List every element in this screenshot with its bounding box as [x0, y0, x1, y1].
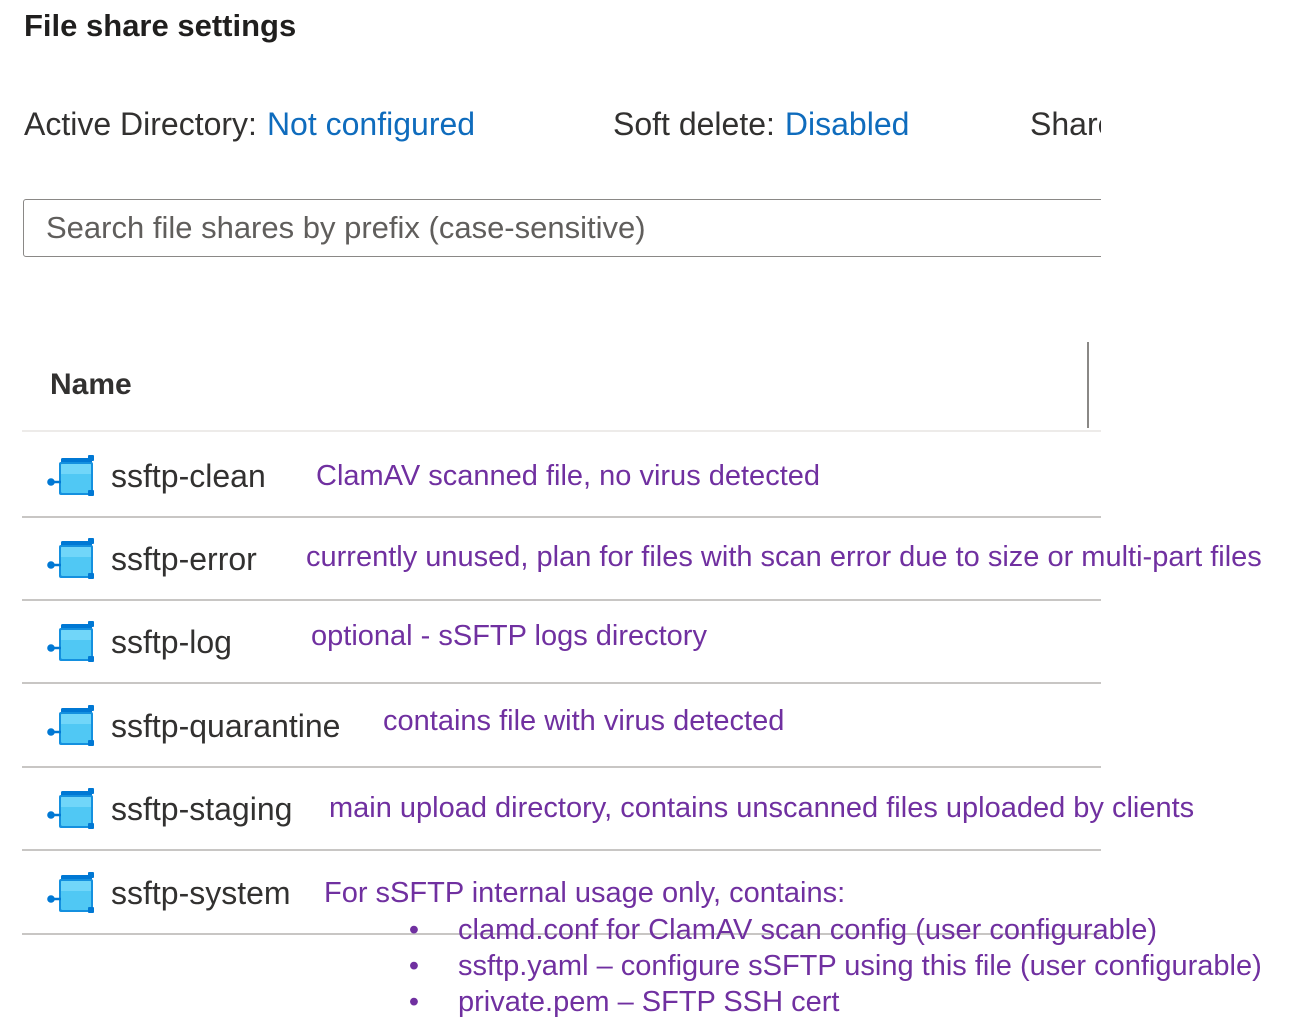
- annotation-log: optional - sSFTP logs directory: [311, 620, 707, 652]
- file-share-icon: [47, 618, 97, 666]
- bullet: •: [408, 950, 420, 982]
- share-name-link[interactable]: ssftp-log: [111, 624, 232, 661]
- active-directory-label: Active Directory:: [24, 106, 257, 142]
- file-share-icon: [47, 452, 97, 500]
- share-name-link[interactable]: ssftp-quarantine: [111, 708, 340, 745]
- list-item: • clamd.conf for ClamAV scan config (user…: [404, 912, 1262, 948]
- share-name-link[interactable]: ssftp-system: [111, 875, 291, 912]
- column-header-name[interactable]: Name: [50, 368, 132, 402]
- list-item: • ssftp.yaml – configure sSFTP using this…: [404, 948, 1262, 984]
- active-directory-link[interactable]: Not configured: [267, 106, 475, 142]
- bullet: •: [408, 914, 420, 946]
- list-item-text: ssftp.yaml – configure sSFTP using this …: [458, 950, 1262, 982]
- annotation-staging: main upload directory, contains unscanne…: [329, 792, 1195, 824]
- list-item-text: clamd.conf for ClamAV scan config (user …: [458, 914, 1157, 946]
- file-share-icon: [47, 702, 97, 750]
- share-setting-truncated: Share: [1030, 106, 1101, 143]
- column-resize-handle[interactable]: [1087, 342, 1089, 428]
- section-title: File share settings: [24, 8, 297, 43]
- search-input[interactable]: [24, 200, 1084, 256]
- annotation-system-list: • clamd.conf for ClamAV scan config (user…: [404, 912, 1262, 1020]
- soft-delete-link[interactable]: Disabled: [785, 106, 910, 142]
- list-item: • private.pem – SFTP SSH cert: [404, 984, 1262, 1020]
- list-item-text: private.pem – SFTP SSH cert: [458, 986, 840, 1018]
- annotation-error: currently unused, plan for files with sc…: [306, 541, 1262, 573]
- search-box: [23, 199, 1101, 257]
- file-share-icon: [47, 785, 97, 833]
- file-share-icon: [47, 535, 97, 583]
- annotation-quarantine: contains file with virus detected: [383, 705, 785, 737]
- soft-delete-setting: Soft delete: Disabled: [613, 106, 909, 143]
- table-header: Name: [22, 340, 1101, 432]
- active-directory-setting: Active Directory: Not configured: [24, 106, 475, 143]
- file-share-icon: [47, 869, 97, 917]
- share-name-link[interactable]: ssftp-error: [111, 541, 257, 578]
- share-name-link[interactable]: ssftp-staging: [111, 791, 292, 828]
- share-label: Share: [1030, 106, 1101, 142]
- annotation-system-intro: For sSFTP internal usage only, contains:: [324, 877, 846, 909]
- bullet: •: [408, 986, 420, 1018]
- soft-delete-label: Soft delete:: [613, 106, 775, 142]
- annotation-clean: ClamAV scanned file, no virus detected: [316, 460, 821, 492]
- share-name-link[interactable]: ssftp-clean: [111, 458, 266, 495]
